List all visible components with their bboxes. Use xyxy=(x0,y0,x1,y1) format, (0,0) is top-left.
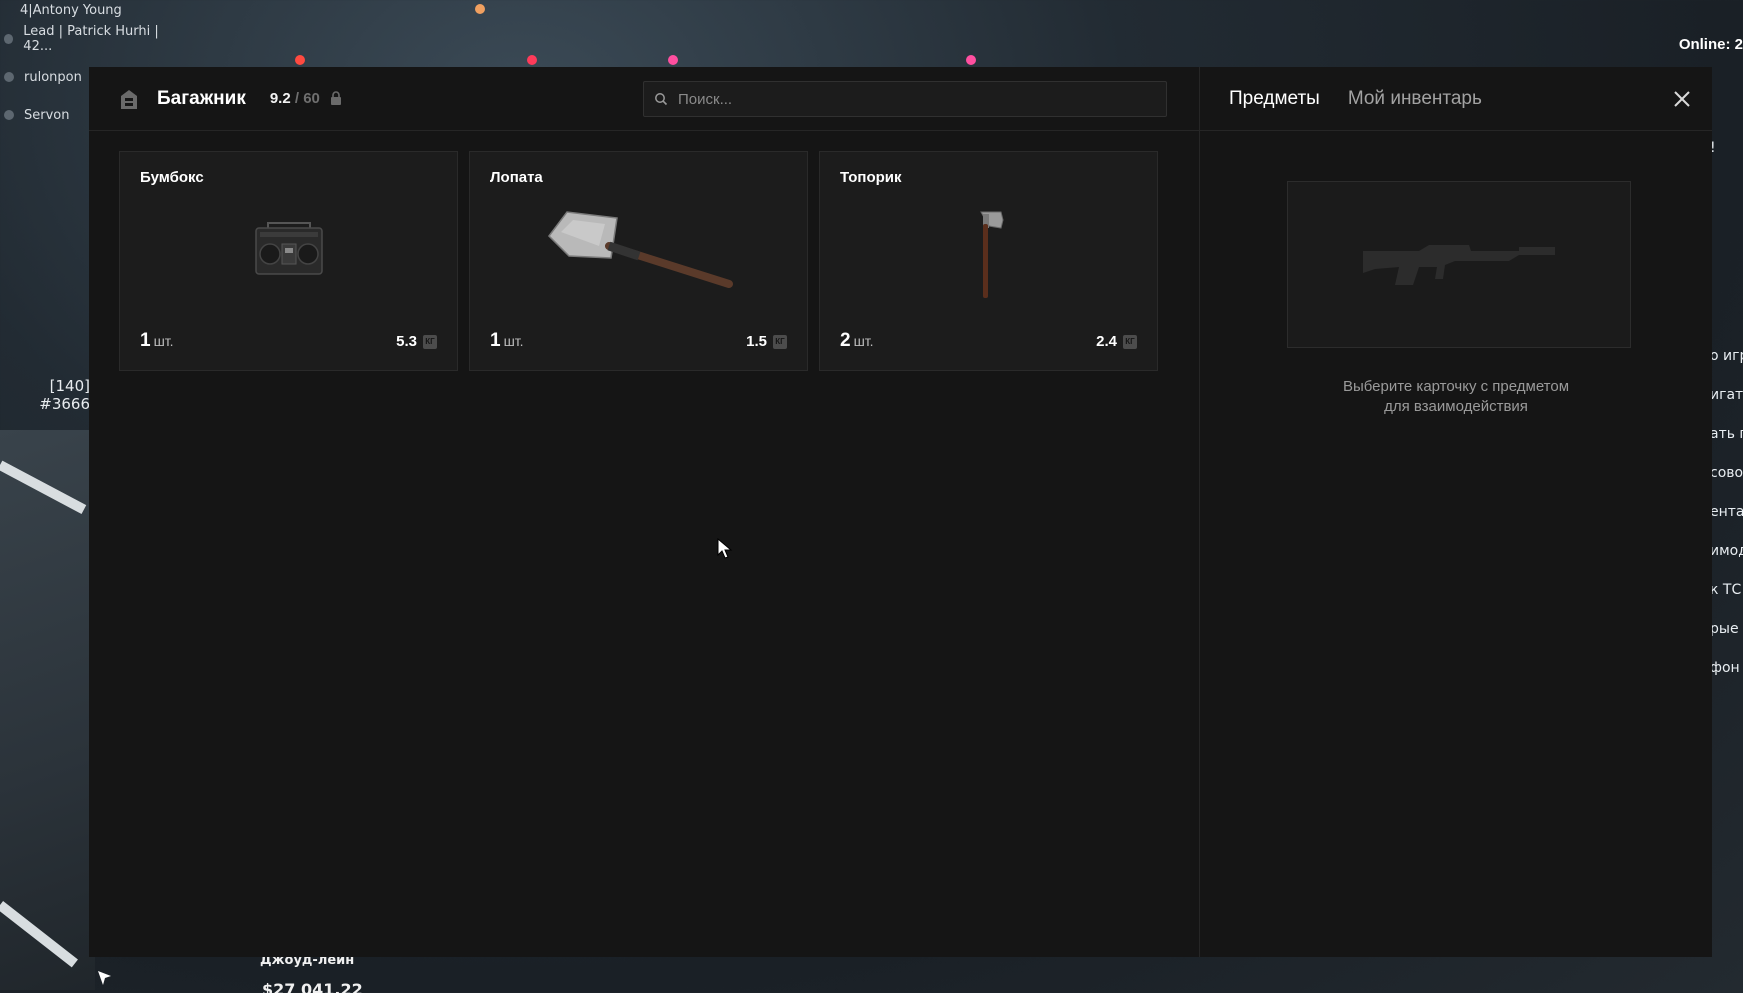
hint-fragment: имод xyxy=(1710,543,1743,559)
player-name: Lead | Patrick Hurhi | 42... xyxy=(23,24,159,54)
close-icon xyxy=(1674,91,1690,107)
hint-line: Выберите карточку с предметом xyxy=(1342,378,1570,395)
money-balance: $27 041.22 xyxy=(262,980,363,993)
selection-hint: Выберите карточку с предметом для взаимо… xyxy=(1200,377,1712,417)
item-weight: 1.5 КГ xyxy=(746,333,787,350)
trunk-modal: Багажник 9.2 / 60 Бумбокс xyxy=(89,67,1712,957)
details-pane: Предметы Мой инвентарь Выберите карточку… xyxy=(1199,67,1712,957)
map-pointer-icon xyxy=(97,970,113,992)
player-name: Servon xyxy=(24,107,70,123)
player-entry: 4|Antony Young xyxy=(0,0,180,20)
hatchet-icon xyxy=(969,210,1009,304)
tab-my-inventory[interactable]: Мой инвентарь xyxy=(1348,88,1482,110)
avatar xyxy=(4,34,14,44)
street-light xyxy=(966,55,976,65)
item-card[interactable]: Бумбокс 1 шт. 5.3 КГ xyxy=(119,151,458,371)
weight-value: 5.3 xyxy=(396,333,417,350)
avatar xyxy=(4,72,14,82)
player-name: 4|Antony Young xyxy=(20,2,122,18)
quantity-unit: шт. xyxy=(853,333,874,349)
hint-fragment: сово xyxy=(1710,465,1743,481)
item-name: Бумбокс xyxy=(140,169,204,186)
hint-line: для взаимодействия xyxy=(1384,398,1528,415)
item-weight: 5.3 КГ xyxy=(396,333,437,350)
item-card[interactable]: Лопата 1 шт. 1.5 КГ xyxy=(469,151,808,371)
rifle-icon xyxy=(1363,244,1555,285)
quantity-value: 2 xyxy=(840,330,851,351)
trunk-header: Багажник 9.2 / 60 xyxy=(89,67,1199,131)
hint-fragment: рые xyxy=(1710,621,1739,637)
lock-icon xyxy=(330,91,342,106)
hint-fragment: фон xyxy=(1710,660,1740,676)
street-light xyxy=(527,55,537,65)
item-preview xyxy=(1287,181,1631,348)
search-icon xyxy=(655,93,668,106)
street-light xyxy=(475,4,485,14)
weight-current: 9.2 xyxy=(269,90,291,107)
search-input[interactable] xyxy=(678,90,1138,108)
trunk-weight: 9.2 / 60 xyxy=(270,90,320,107)
weight-separator: / xyxy=(290,90,304,107)
item-grid: Бумбокс 1 шт. 5.3 КГ Лопата 1 шт. 1.5 КГ… xyxy=(119,151,1158,371)
street-light xyxy=(295,55,305,65)
player-static-id: #3666 xyxy=(39,395,90,413)
hint-fragment: ать п xyxy=(1710,426,1743,442)
trunk-icon xyxy=(119,88,139,110)
hint-fragment: ента xyxy=(1710,504,1743,520)
item-quantity: 1 шт. xyxy=(490,330,524,352)
item-weight: 2.4 КГ xyxy=(1096,333,1137,350)
boombox-icon xyxy=(254,220,324,280)
trunk-title: Багажник xyxy=(157,87,246,109)
online-counter: Online: 2 xyxy=(1678,36,1743,53)
tab-items[interactable]: Предметы xyxy=(1229,88,1320,110)
item-quantity: 1 шт. xyxy=(140,330,174,352)
search-field[interactable] xyxy=(643,81,1167,117)
hint-fragment: о игр xyxy=(1710,348,1743,364)
item-card[interactable]: Топорик 2 шт. 2.4 КГ xyxy=(819,151,1158,371)
weight-max: 60 xyxy=(303,90,320,107)
close-button[interactable] xyxy=(1672,89,1692,109)
weight-value: 2.4 xyxy=(1096,333,1117,350)
trunk-pane: Багажник 9.2 / 60 Бумбокс xyxy=(89,67,1199,957)
kg-icon: КГ xyxy=(1123,334,1137,349)
player-server-id: [140] xyxy=(49,377,90,395)
shovel-icon xyxy=(539,206,739,300)
hint-fragment: игато xyxy=(1710,387,1743,403)
item-name: Топорик xyxy=(840,169,902,186)
quantity-unit: шт. xyxy=(503,333,524,349)
avatar xyxy=(4,110,14,120)
player-name: rulonpon xyxy=(24,69,82,85)
details-header: Предметы Мой инвентарь xyxy=(1200,67,1712,131)
quantity-value: 1 xyxy=(140,330,151,351)
kg-icon: КГ xyxy=(423,334,437,349)
hint-fragment: к ТС xyxy=(1710,582,1742,598)
street-light xyxy=(668,55,678,65)
player-id-label: [140] #3666 xyxy=(39,377,90,413)
item-name: Лопата xyxy=(490,169,543,186)
player-entry: Lead | Patrick Hurhi | 42... xyxy=(0,20,180,58)
quantity-unit: шт. xyxy=(153,333,174,349)
quantity-value: 1 xyxy=(490,330,501,351)
kg-icon: КГ xyxy=(773,334,787,349)
mouse-cursor-icon xyxy=(717,537,733,564)
item-quantity: 2 шт. xyxy=(840,330,874,352)
weight-value: 1.5 xyxy=(746,333,767,350)
